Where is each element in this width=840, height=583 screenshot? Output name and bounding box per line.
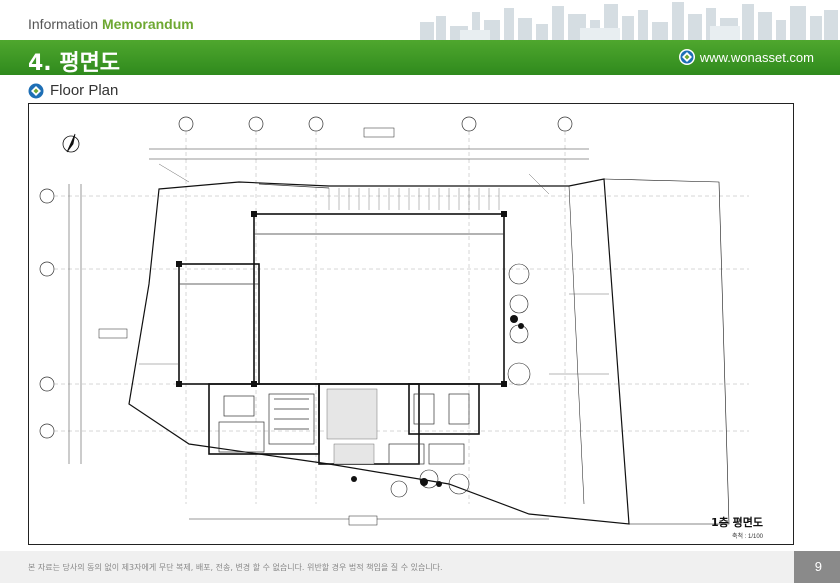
memo-label: Information Memorandum [28,16,194,32]
memo-highlight: Memorandum [101,16,194,32]
floor-plan-heading: Floor Plan [28,82,118,99]
globe-logo-icon [678,49,695,65]
footer-disclaimer: 본 자료는 당사의 동의 없이 제3자에게 무단 복제, 배포, 전송, 변경 … [28,563,443,572]
landscape-trees [390,263,531,498]
section-title-bar: 4. 평면도 www.wonasset.com [0,40,840,76]
plan-title: 1층 평면도 [711,516,763,529]
top-header: Information Memorandum [0,0,840,40]
floor-plan-label: Floor Plan [50,82,119,99]
footer: 본 자료는 당사의 동의 없이 제3자에게 무단 복제, 배포, 전송, 변경 … [0,551,840,583]
section-title: 4. 평면도 [28,51,121,76]
brand: www.wonasset.com [678,48,814,66]
grid-axis-markers [39,116,573,439]
memo-prefix: Information [28,16,102,32]
north-arrow-icon [62,133,80,153]
compass-bullet-icon [28,83,44,98]
brand-url: www.wonasset.com [699,49,814,65]
city-skyline-graphic [420,2,838,40]
floor-plan-graphic [39,116,749,526]
floor-plan-drawing: 1층 평면도 축척 : 1/100 [28,103,794,545]
plan-scale: 축척 : 1/100 [731,534,763,540]
page-number: 9 [814,559,822,574]
